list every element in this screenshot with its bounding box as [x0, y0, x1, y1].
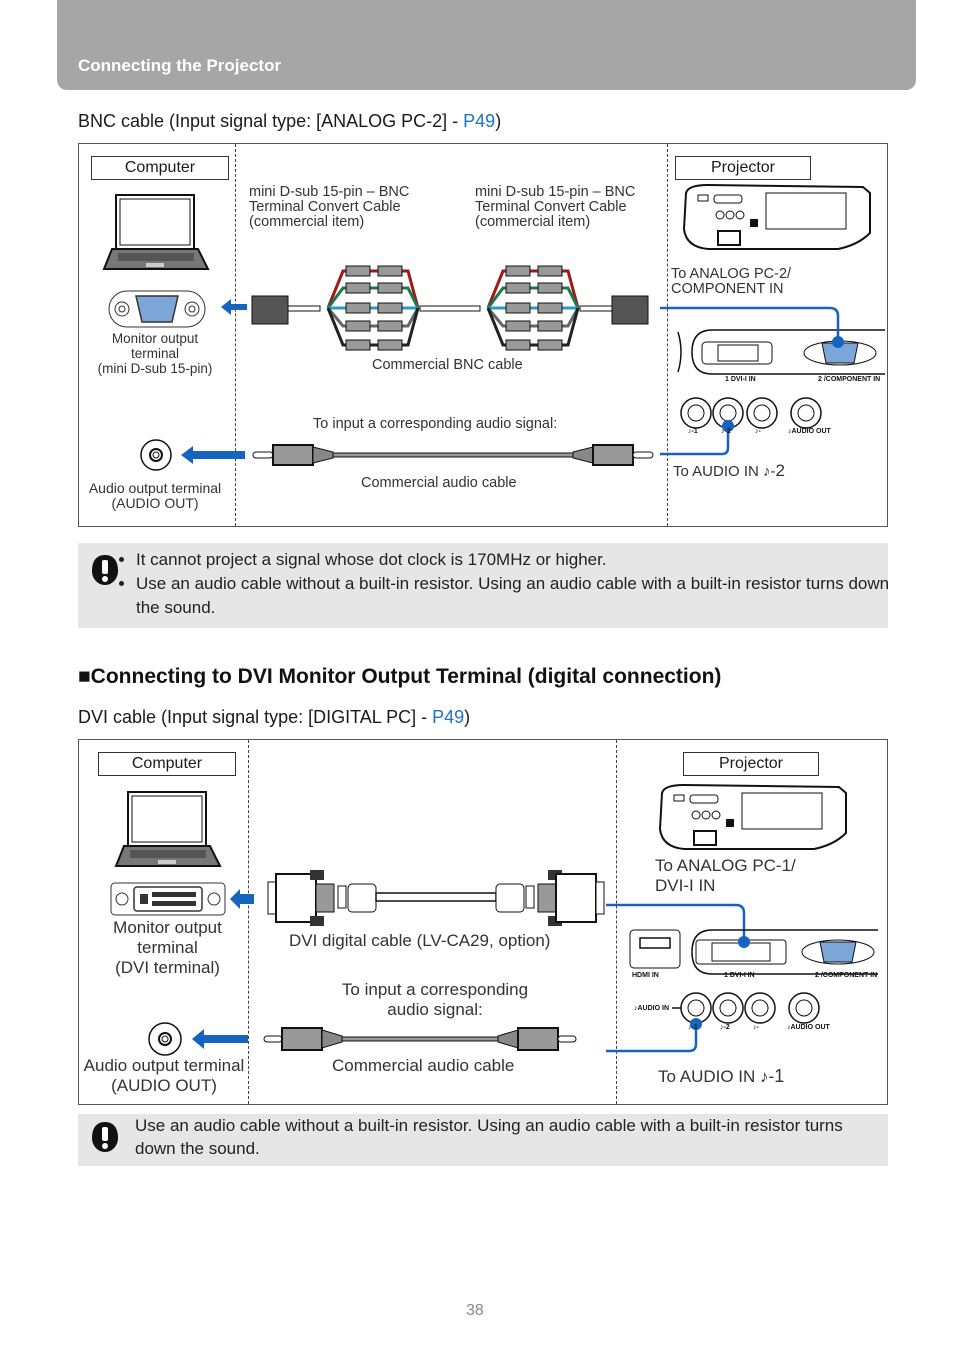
divider: [667, 144, 668, 526]
to-audio-in-label: To AUDIO IN ♪-1: [658, 1066, 785, 1086]
audio-cable-illustration: [252, 444, 654, 466]
audio-prompt: To input a corresponding audio signal:: [341, 980, 529, 1019]
port-label-audio-in: ♪AUDIO IN: [634, 1005, 669, 1012]
port-label-audio3: ♪-: [753, 1024, 759, 1031]
caution-text: Use an audio cable without a built-in re…: [135, 1116, 843, 1158]
arrow-left-icon: [221, 299, 247, 315]
dvi-port-icon: [110, 882, 226, 916]
projector-icon: [658, 783, 847, 850]
bnc-subtitle: BNC cable (Input signal type: [ANALOG PC…: [78, 111, 501, 132]
audio-jack-icon: [140, 439, 172, 471]
audio-cable-illustration: [263, 1027, 577, 1051]
audio-cable-label: Commercial audio cable: [332, 1056, 515, 1075]
audio-jack-icon: [148, 1022, 182, 1056]
caution-note: Use an audio cable without a built-in re…: [78, 1114, 888, 1166]
port-label-audio1: ♪-1: [688, 1024, 698, 1031]
port-label-audio3: ♪-: [755, 428, 761, 435]
caution-icon: [92, 1122, 118, 1152]
port-label-dvi: 1 DVI-I IN: [724, 972, 755, 979]
computer-tag: Computer: [98, 752, 236, 776]
to-analog-pc1-label: To ANALOG PC-1/ DVI-I IN: [655, 856, 796, 895]
laptop-icon: [114, 791, 222, 867]
audio-out-terminal-label: Audio output terminal (AUDIO OUT): [88, 480, 222, 511]
convert-cable-right-label: mini D-sub 15-pin – BNC Terminal Convert…: [475, 184, 636, 230]
bnc-cable-label: Commercial BNC cable: [372, 357, 523, 373]
monitor-terminal-label: Monitor output terminal (mini D-sub 15-p…: [97, 331, 213, 376]
bnc-subtitle-close: ): [495, 111, 502, 131]
caution-item: It cannot project a signal whose dot clo…: [136, 548, 896, 572]
laptop-icon: [102, 194, 210, 270]
header-band: [57, 0, 916, 90]
dvi-section-title: ■Connecting to DVI Monitor Output Termin…: [78, 665, 722, 688]
bnc-subtitle-text: BNC cable (Input signal type: [ANALOG PC…: [78, 111, 464, 131]
port-label-component: 2 /COMPONENT IN: [818, 376, 881, 383]
caution-note: It cannot project a signal whose dot clo…: [78, 543, 889, 628]
dvi-page-link[interactable]: P49: [432, 707, 464, 727]
header-title: Connecting the Projector: [78, 56, 282, 75]
projector-port-panel: [660, 306, 885, 456]
caution-item: Use an audio cable without a built-in re…: [136, 572, 896, 620]
divider: [248, 740, 249, 1104]
audio-prompt: To input a corresponding audio signal:: [313, 416, 558, 432]
port-label-hdmi: HDMI IN: [632, 972, 659, 979]
port-label-audio1: ♪-1: [688, 428, 698, 435]
bnc-page-link[interactable]: P49: [463, 111, 495, 131]
arrow-left-icon: [230, 889, 254, 909]
bnc-cable-illustration: [251, 265, 649, 351]
projector-icon: [682, 183, 871, 250]
to-audio-in-label: To AUDIO IN ♪-2: [673, 461, 785, 480]
projector-tag: Projector: [675, 156, 811, 180]
arrow-left-icon: [192, 1029, 248, 1049]
projector-port-panel: [606, 903, 878, 1053]
port-label-audio-out: ♪AUDIO OUT: [787, 1024, 830, 1031]
audio-cable-label: Commercial audio cable: [361, 475, 517, 491]
projector-tag: Projector: [683, 752, 819, 776]
vga-port-icon: [108, 290, 206, 328]
divider: [235, 144, 236, 526]
computer-tag: Computer: [91, 156, 229, 180]
dvi-cable-illustration: [267, 870, 605, 926]
port-label-audio-out: ♪AUDIO OUT: [788, 428, 831, 435]
dvi-subtitle: DVI cable (Input signal type: [DIGITAL P…: [78, 707, 470, 728]
convert-cable-left-label: mini D-sub 15-pin – BNC Terminal Convert…: [249, 184, 410, 230]
page-number: 38: [466, 1302, 484, 1319]
port-label-component: 2 /COMPONENT IN: [815, 972, 878, 979]
dvi-subtitle-text: DVI cable (Input signal type: [DIGITAL P…: [78, 707, 433, 727]
port-label-audio2: ♪-2: [720, 1024, 730, 1031]
port-label-dvi: 1 DVI-I IN: [725, 376, 756, 383]
caution-list: It cannot project a signal whose dot clo…: [114, 548, 896, 620]
port-label-audio2: ♪-2: [721, 428, 731, 435]
audio-out-terminal-label: Audio output terminal (AUDIO OUT): [83, 1056, 245, 1095]
dvi-subtitle-close: ): [464, 707, 471, 727]
dvi-cable-label: DVI digital cable (LV-CA29, option): [289, 931, 551, 950]
arrow-left-icon: [181, 446, 245, 464]
monitor-terminal-label: Monitor output terminal (DVI terminal): [113, 918, 222, 977]
to-analog-pc2-label: To ANALOG PC-2/ COMPONENT IN: [671, 266, 792, 297]
